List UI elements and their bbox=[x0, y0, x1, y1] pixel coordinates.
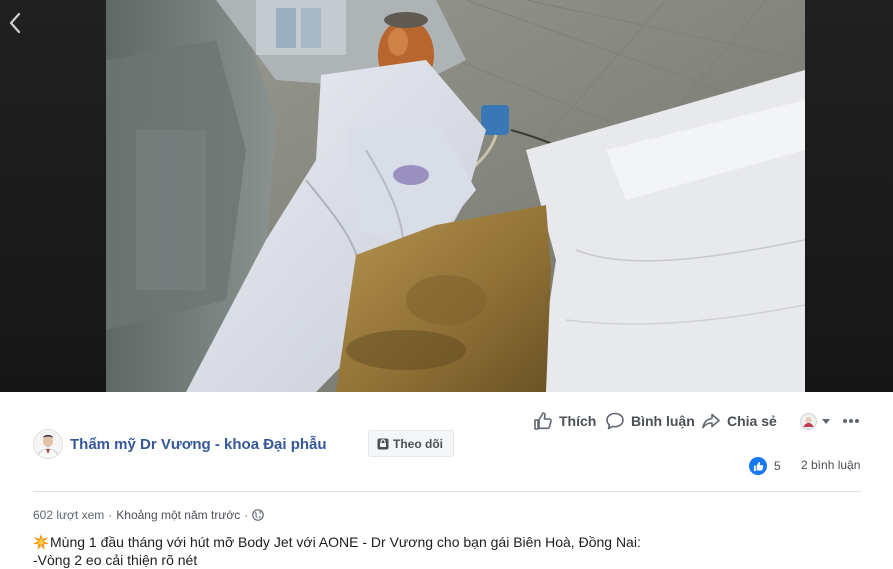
meta-separator-2: · bbox=[244, 508, 249, 522]
post-meta: 602 lượt xem · Khoảng một năm trước · bbox=[33, 507, 265, 523]
like-button[interactable]: Thích bbox=[533, 404, 596, 438]
like-label: Thích bbox=[559, 413, 597, 429]
comment-icon bbox=[606, 412, 624, 430]
comment-label: Bình luận bbox=[631, 413, 695, 429]
viewer-right-panel bbox=[805, 0, 893, 392]
share-button[interactable]: Chia sẻ bbox=[701, 404, 777, 438]
post-text-line-2: -Vòng 2 eo cải thiện rõ nét bbox=[33, 552, 198, 568]
viewer-left-panel bbox=[0, 0, 106, 392]
video-viewer bbox=[0, 0, 893, 392]
avatar-icon bbox=[800, 412, 817, 430]
post-line-1: Mùng 1 đầu tháng với hút mỡ Body Jet với… bbox=[33, 533, 861, 551]
doctor-avatar-icon bbox=[34, 430, 62, 458]
post-timestamp[interactable]: Khoảng một năm trước bbox=[116, 508, 240, 522]
video-frame[interactable] bbox=[106, 0, 805, 392]
thumbs-up-icon bbox=[534, 412, 552, 430]
back-button[interactable] bbox=[4, 8, 26, 38]
meta-separator: · bbox=[108, 508, 113, 522]
post-text-line-1: Mùng 1 đầu tháng với hút mỡ Body Jet với… bbox=[50, 534, 641, 550]
collision-emoji-icon bbox=[33, 534, 49, 550]
divider bbox=[33, 491, 861, 492]
more-dots-icon bbox=[843, 419, 859, 423]
page-avatar[interactable] bbox=[33, 429, 63, 459]
comment-button[interactable]: Bình luận bbox=[605, 404, 695, 438]
follow-button[interactable]: Theo dõi bbox=[368, 430, 454, 457]
page-identity: Thẩm mỹ Dr Vương - khoa Đại phẫu bbox=[33, 427, 327, 461]
share-icon bbox=[702, 413, 720, 429]
video-still bbox=[106, 0, 805, 392]
view-count: 602 lượt xem bbox=[33, 508, 105, 522]
caret-down-icon bbox=[822, 419, 830, 424]
more-options-button[interactable] bbox=[842, 404, 860, 438]
reaction-count: 5 bbox=[774, 459, 781, 473]
post-line-2: -Vòng 2 eo cải thiện rõ nét bbox=[33, 551, 861, 569]
follow-label: Theo dõi bbox=[393, 436, 443, 451]
globe-icon bbox=[252, 509, 265, 521]
comments-count-link[interactable]: 2 bình luận bbox=[801, 458, 860, 472]
post-body: Mùng 1 đầu tháng với hút mỡ Body Jet với… bbox=[33, 533, 861, 569]
page-name-link[interactable]: Thẩm mỹ Dr Vương - khoa Đại phẫu bbox=[70, 436, 327, 453]
audience-selector[interactable] bbox=[800, 404, 831, 438]
chevron-left-icon bbox=[9, 12, 21, 34]
like-reaction-icon bbox=[749, 457, 767, 475]
share-label: Chia sẻ bbox=[727, 413, 777, 429]
reactions-summary[interactable]: 5 bbox=[749, 456, 781, 476]
follow-rss-icon bbox=[377, 438, 389, 449]
